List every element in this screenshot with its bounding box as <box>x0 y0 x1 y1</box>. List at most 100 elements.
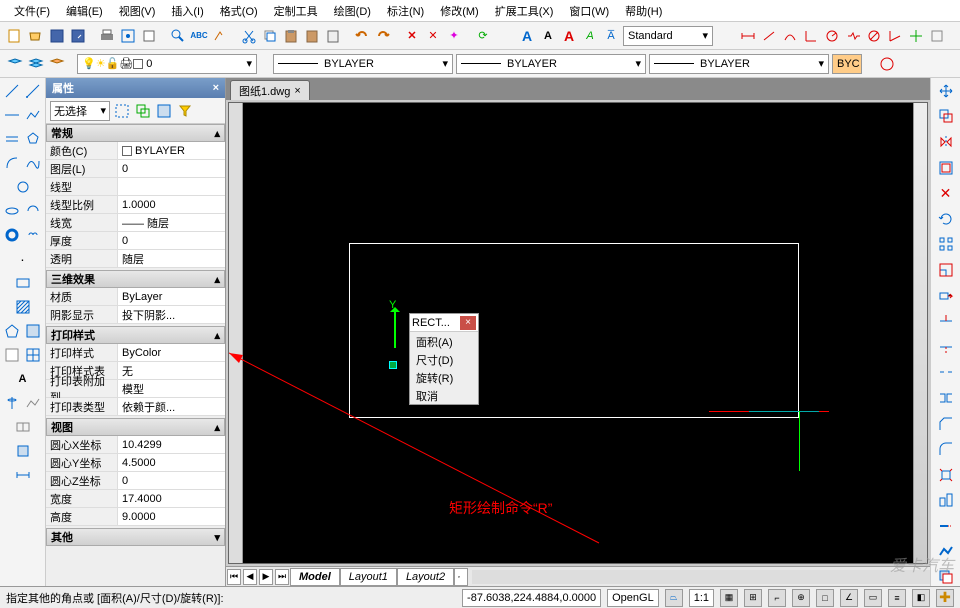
popup-close-icon[interactable]: × <box>460 316 476 330</box>
pline-icon[interactable] <box>24 106 42 124</box>
regen-icon[interactable]: ⟳ <box>474 27 492 45</box>
panel-close-icon[interactable]: × <box>213 82 219 94</box>
prop-ltscale[interactable]: 1.0000 <box>118 196 225 213</box>
prop-shadow[interactable]: 投下阴影... <box>118 306 225 323</box>
offset-icon[interactable] <box>936 159 956 177</box>
tab-close-icon[interactable]: × <box>294 85 300 97</box>
prop-material[interactable]: ByLayer <box>118 288 225 305</box>
lineweight-select[interactable]: BYLAYER▾ <box>456 54 646 74</box>
lwt-icon[interactable]: ≡ <box>888 589 906 607</box>
paste-icon[interactable] <box>282 27 300 45</box>
saveas-icon[interactable] <box>69 27 87 45</box>
group-3d[interactable]: 三维效果▴ <box>46 270 225 288</box>
copy-icon[interactable] <box>261 27 279 45</box>
menu-item[interactable]: 插入(I) <box>165 1 209 21</box>
fillet-icon[interactable] <box>936 440 956 458</box>
dim-icon[interactable] <box>14 466 32 484</box>
find-icon[interactable] <box>169 27 187 45</box>
rectangle-icon[interactable] <box>14 274 32 292</box>
boundary-icon[interactable] <box>24 322 42 340</box>
spell-icon[interactable]: ABC <box>190 27 208 45</box>
explode-icon[interactable] <box>936 466 956 484</box>
point-icon[interactable]: · <box>14 250 32 268</box>
prop-layer[interactable]: 0 <box>118 160 225 177</box>
prop-pattach[interactable]: 模型 <box>118 380 225 397</box>
cut-icon[interactable] <box>240 27 258 45</box>
model-icon[interactable]: ◧ <box>912 589 930 607</box>
circle2-icon[interactable] <box>14 178 32 196</box>
menu-item[interactable]: 窗口(W) <box>563 1 615 21</box>
layer-mgr-icon[interactable] <box>6 55 24 73</box>
rotate-icon[interactable] <box>936 210 956 228</box>
prop-thick[interactable]: 0 <box>118 232 225 249</box>
osnap-icon[interactable]: □ <box>816 589 834 607</box>
menu-item[interactable]: 修改(M) <box>434 1 485 21</box>
menu-item[interactable]: 格式(O) <box>214 1 264 21</box>
canvas[interactable]: Y RECT...× 面积(A) 尺寸(D) 旋转(R) 取消 矩形绘制命令“R… <box>228 102 928 564</box>
popup-item-area[interactable]: 面积(A) <box>410 332 478 350</box>
helix-icon[interactable] <box>3 394 21 412</box>
mtext-icon[interactable]: A <box>14 370 32 388</box>
match-icon[interactable] <box>211 27 229 45</box>
layer-state-icon[interactable] <box>48 55 66 73</box>
dim-arc-icon[interactable] <box>781 27 799 45</box>
redo-icon[interactable] <box>374 27 392 45</box>
region-icon[interactable] <box>3 322 21 340</box>
linetype2-select[interactable]: BYLAYER▾ <box>649 54 829 74</box>
prop-w[interactable]: 17.4000 <box>118 490 225 507</box>
group-view[interactable]: 视图▴ <box>46 418 225 436</box>
popup-item-rot[interactable]: 旋转(R) <box>410 368 478 386</box>
mirror-icon[interactable] <box>936 133 956 151</box>
pickset-icon[interactable] <box>134 102 152 120</box>
stretch-icon[interactable] <box>936 287 956 305</box>
quickselect-icon[interactable] <box>113 102 131 120</box>
xline-icon[interactable] <box>3 106 21 124</box>
filter-icon[interactable] <box>176 102 194 120</box>
text-a4-icon[interactable]: A̅ <box>602 27 620 45</box>
prop-ltype[interactable] <box>118 178 225 195</box>
color-select[interactable]: BYC <box>832 54 862 74</box>
new-icon[interactable] <box>6 27 24 45</box>
prop-cx[interactable]: 10.4299 <box>118 436 225 453</box>
dim-ord-icon[interactable] <box>802 27 820 45</box>
toggle-icon[interactable] <box>155 102 173 120</box>
snap-icon[interactable]: ▦ <box>720 589 738 607</box>
align-icon[interactable] <box>936 492 956 510</box>
group-general[interactable]: 常规▴ <box>46 124 225 142</box>
prop-pstable[interactable]: 无 <box>118 362 225 379</box>
prop-color[interactable]: BYLAYER <box>118 142 225 159</box>
scrollbar-vertical[interactable] <box>913 103 927 563</box>
trim-icon[interactable] <box>936 312 956 330</box>
erase2-icon[interactable]: ✕ <box>424 27 442 45</box>
arc2-icon[interactable] <box>24 202 42 220</box>
revcloud-icon[interactable] <box>24 226 42 244</box>
menu-item[interactable]: 文件(F) <box>8 1 56 21</box>
insert-icon[interactable] <box>14 442 32 460</box>
tab-prev-icon[interactable]: ◀ <box>243 569 257 585</box>
copy2-icon[interactable] <box>936 108 956 126</box>
anno-icon[interactable]: ⏢ <box>665 589 683 607</box>
plot-icon[interactable] <box>140 27 158 45</box>
menu-item[interactable]: 帮助(H) <box>619 1 668 21</box>
line-icon[interactable] <box>3 82 21 100</box>
otrack-icon[interactable]: ∠ <box>840 589 858 607</box>
layout-tab-model[interactable]: Model <box>290 568 340 586</box>
join-icon[interactable] <box>936 389 956 407</box>
polygon-icon[interactable] <box>24 130 42 148</box>
table-icon[interactable] <box>24 346 42 364</box>
menu-item[interactable]: 扩展工具(X) <box>489 1 560 21</box>
lengthen-icon[interactable] <box>936 517 956 535</box>
menu-item[interactable]: 视图(V) <box>113 1 162 21</box>
dim-aligned-icon[interactable] <box>760 27 778 45</box>
layout-tab-add[interactable]: · <box>454 568 468 586</box>
wipeout-icon[interactable] <box>3 346 21 364</box>
mline-icon[interactable] <box>3 130 21 148</box>
prop-cz[interactable]: 0 <box>118 472 225 489</box>
break-icon[interactable] <box>936 364 956 382</box>
polar-icon[interactable]: ⊕ <box>792 589 810 607</box>
dim-more-icon[interactable] <box>928 27 946 45</box>
layout-tab-1[interactable]: Layout1 <box>340 568 397 586</box>
prop-trans[interactable]: 随层 <box>118 250 225 267</box>
save-icon[interactable] <box>48 27 66 45</box>
plus-icon[interactable]: ✚ <box>936 589 954 607</box>
